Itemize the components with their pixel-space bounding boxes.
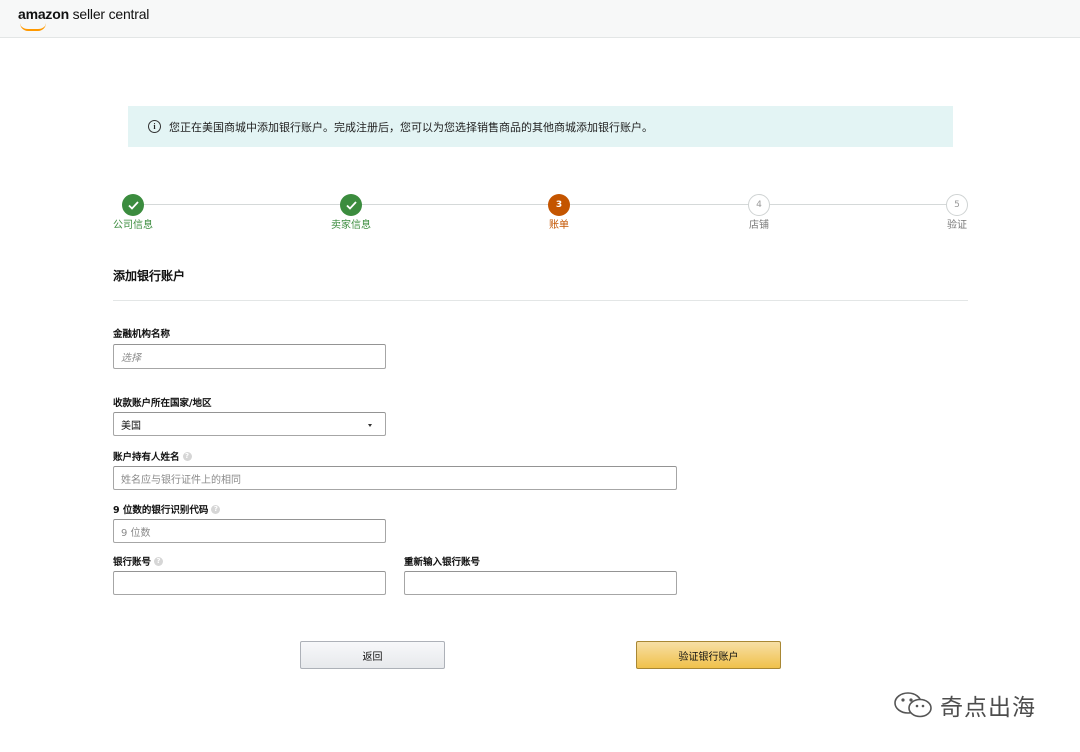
verify-bank-account-button[interactable]: 验证银行账户 — [636, 641, 781, 669]
account-number-label: 银行账号 ? — [113, 554, 164, 568]
help-icon[interactable]: ? — [154, 556, 164, 566]
section-title: 添加银行账户 — [113, 269, 186, 283]
watermark-text: 奇点出海 — [940, 695, 1036, 721]
watermark: 奇点出海 — [892, 688, 1036, 722]
amazon-seller-central-logo[interactable]: amazon seller central — [18, 6, 150, 31]
institution-label: 金融机构名称 — [113, 326, 170, 340]
country-select[interactable]: 美国 — [113, 412, 386, 436]
top-bar: amazon seller central — [0, 0, 1080, 38]
holder-name-label: 账户持有人姓名 ? — [113, 449, 192, 463]
step-4-number: 4 — [748, 194, 770, 216]
stepper-line — [125, 204, 957, 205]
step-1-check-icon — [122, 194, 144, 216]
back-button[interactable]: 返回 — [300, 641, 445, 669]
wechat-icon — [894, 692, 932, 718]
account-number-confirm-input[interactable] — [404, 571, 677, 595]
caret-down-icon — [368, 424, 372, 427]
routing-number-input[interactable]: 9 位数 — [113, 519, 386, 543]
step-label-verify: 验证 — [947, 220, 967, 231]
routing-label: 9 位数的银行识别代码 ? — [113, 502, 221, 516]
step-label-billing: 账单 — [549, 220, 569, 231]
info-banner: i 您正在美国商城中添加银行账户。完成注册后，您可以为您选择销售商品的其他商城添… — [128, 106, 953, 147]
step-3-number: 3 — [548, 194, 570, 216]
country-select-value: 美国 — [121, 420, 141, 432]
account-number-confirm-label-text: 重新输入银行账号 — [404, 557, 481, 568]
help-icon[interactable]: ? — [182, 451, 192, 461]
institution-select[interactable]: 选择 — [113, 344, 386, 369]
account-number-confirm-label: 重新输入银行账号 — [404, 554, 480, 568]
routing-label-text: 9 位数的银行识别代码 — [113, 505, 209, 516]
step-label-company-info: 公司信息 — [113, 220, 153, 231]
institution-label-text: 金融机构名称 — [113, 329, 171, 340]
account-number-label-text: 银行账号 — [113, 557, 152, 568]
section-divider — [113, 300, 968, 301]
holder-name-input[interactable]: 姓名应与银行证件上的相同 — [113, 466, 677, 490]
account-number-input[interactable] — [113, 571, 386, 595]
help-icon[interactable]: ? — [211, 504, 221, 514]
registration-stepper: 公司信息 卖家信息 3 账单 4 店铺 5 验证 — [0, 190, 1080, 240]
info-icon: i — [148, 120, 161, 133]
holder-name-label-text: 账户持有人姓名 — [113, 452, 180, 463]
step-2-check-icon — [340, 194, 362, 216]
step-label-store: 店铺 — [749, 220, 769, 231]
info-banner-text: 您正在美国商城中添加银行账户。完成注册后，您可以为您选择销售商品的其他商城添加银… — [169, 120, 653, 134]
country-label-text: 收款账户所在国家/地区 — [113, 398, 212, 409]
logo-brand: amazon — [18, 6, 69, 22]
logo-subtitle: seller central — [68, 6, 150, 22]
logo-smile-icon — [20, 23, 46, 31]
step-5-number: 5 — [946, 194, 968, 216]
country-label: 收款账户所在国家/地区 — [113, 395, 211, 409]
step-label-seller-info: 卖家信息 — [331, 220, 371, 231]
